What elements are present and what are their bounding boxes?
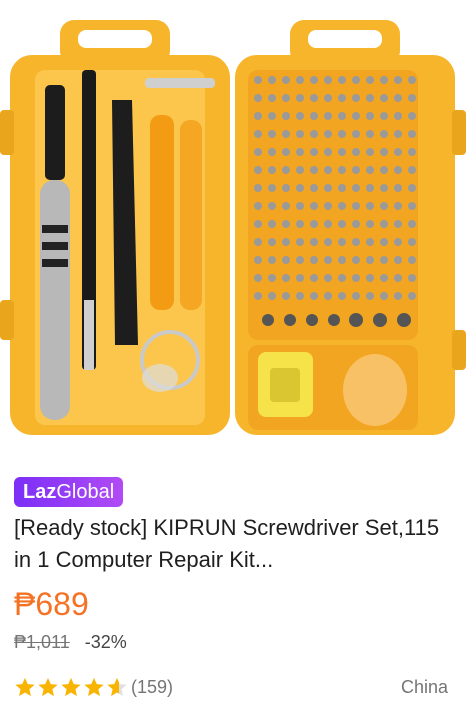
product-card[interactable]: Laz Global [Ready stock] KIPRUN Screwdriv… — [0, 0, 466, 710]
discount-badge: -32% — [84, 632, 127, 652]
lazglobal-badge: Laz Global — [14, 477, 124, 507]
star-icon — [61, 677, 81, 697]
price-details: ₱1,011 -32% — [14, 632, 127, 653]
screwdriver-set-icon — [0, 20, 466, 435]
rating-stars: (159) — [14, 676, 173, 698]
star-icon — [38, 677, 58, 697]
original-price: ₱1,011 — [14, 632, 70, 652]
badge-global: Global — [56, 481, 115, 503]
badge-laz: Laz — [23, 481, 57, 503]
review-count: (159) — [131, 676, 174, 697]
star-icon — [84, 677, 104, 697]
shipping-origin: China — [400, 677, 448, 697]
half-star-icon — [107, 677, 127, 697]
star-icon — [15, 677, 35, 697]
product-image[interactable] — [0, 0, 466, 466]
product-title[interactable]: [Ready stock] KIPRUN Screwdriver Set,115… — [14, 512, 454, 576]
product-price: ₱689 — [14, 586, 89, 622]
